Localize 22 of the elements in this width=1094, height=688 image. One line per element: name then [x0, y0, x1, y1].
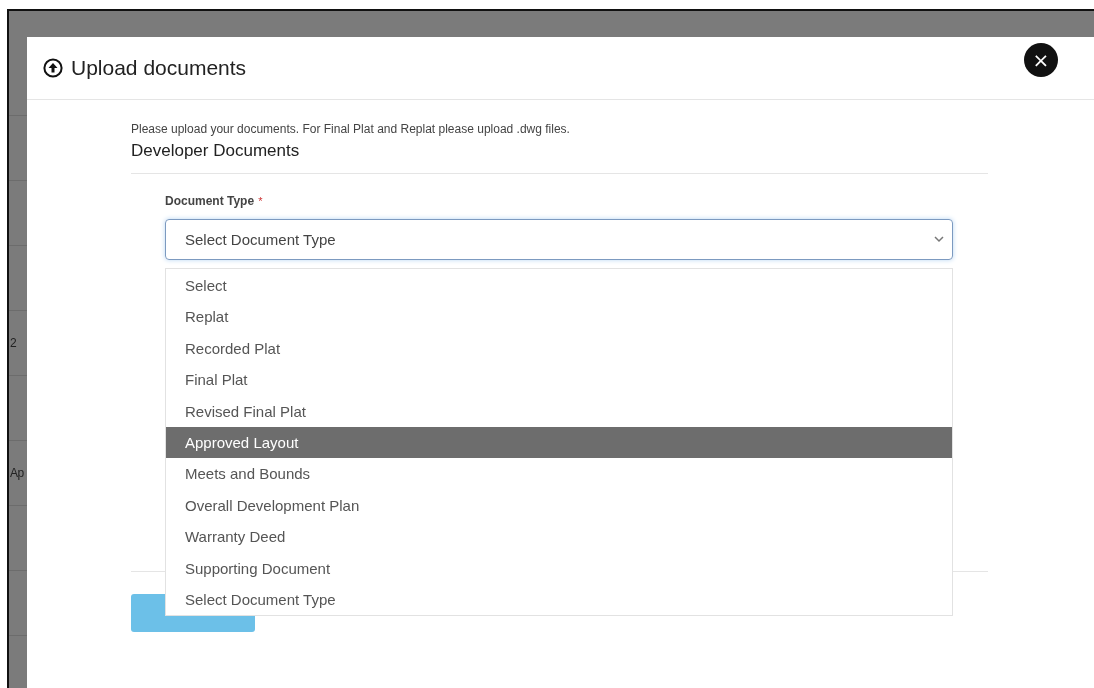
section-title: Developer Documents: [131, 141, 301, 161]
table-cell: 2: [10, 336, 17, 350]
close-button[interactable]: ×: [1024, 43, 1058, 77]
field-label: Document Type: [165, 194, 255, 208]
dropdown-option[interactable]: Replat: [166, 301, 952, 333]
dropdown-option[interactable]: Overall Development Plan: [166, 489, 952, 522]
instructions-text: Please upload your documents. For Final Plat and Replat please upload .dwg files.: [131, 122, 571, 136]
dropdown-option[interactable]: Warranty Deed: [166, 521, 952, 553]
dropdown-option[interactable]: Meets and Bounds: [166, 458, 952, 490]
upload-icon: [43, 58, 63, 78]
dropdown-option[interactable]: Recorded Plat: [166, 332, 952, 365]
table-cell: Ap: [10, 466, 24, 480]
dropdown-option[interactable]: Final Plat: [166, 364, 952, 396]
chevron-down-icon: [934, 236, 944, 243]
dialog-title: Upload documents: [71, 56, 247, 80]
dropdown-option[interactable]: Revised Final Plat: [166, 395, 952, 427]
dropdown-option[interactable]: Supporting Document: [166, 552, 952, 584]
dropdown-option[interactable]: Select Document Type: [166, 583, 952, 616]
dropdown-option[interactable]: Select: [166, 270, 952, 302]
document-type-select[interactable]: Select Document Type: [165, 219, 953, 260]
dropdown-option[interactable]: Approved Layout: [166, 426, 952, 459]
required-mark: *: [258, 195, 263, 207]
